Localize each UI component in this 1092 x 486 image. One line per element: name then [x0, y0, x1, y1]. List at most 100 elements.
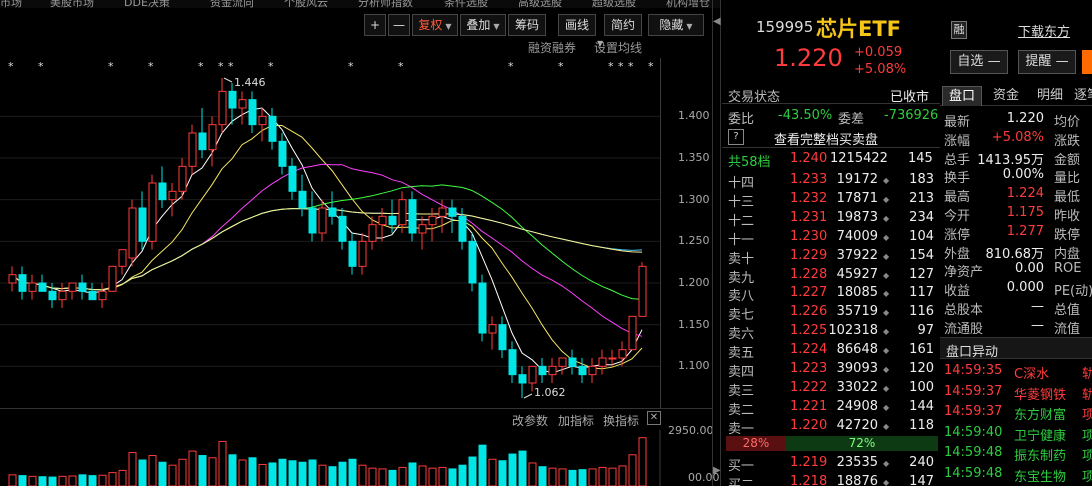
candle-body	[148, 182, 157, 242]
switch-indicator-button[interactable]: 换指标	[603, 412, 639, 429]
overlay-dropdown[interactable]: 叠加 ▼	[460, 14, 506, 36]
download-link[interactable]: 下载东方	[1018, 21, 1070, 40]
level-vol: 35719	[836, 304, 878, 320]
candle-body	[308, 207, 317, 234]
mover-row[interactable]: 14:59:48 东宝生物项	[940, 465, 1092, 485]
tab-pankou[interactable]: 盘口	[942, 86, 982, 106]
volume-bar	[98, 474, 107, 486]
ask-row[interactable]: 十一 1.230 74009 104 ◆	[722, 228, 940, 248]
mover-row[interactable]: 14:59:37 东方财富项	[940, 403, 1092, 423]
event-marker-icon: *	[198, 60, 204, 73]
stat-label: 流通股	[944, 321, 984, 337]
event-marker-icon: *	[348, 60, 354, 73]
chip-distribution-button[interactable]: 筹码	[508, 14, 546, 36]
stat-value: 0.00	[1015, 261, 1044, 277]
level-count: 147	[909, 473, 934, 486]
alert-button[interactable]: 提醒 —	[1018, 50, 1076, 74]
volume-bar	[318, 464, 327, 486]
ask-row[interactable]: 十四 1.233 19172 183 ◆	[722, 171, 940, 191]
top-menu-item[interactable]: 分析师指数	[358, 0, 413, 8]
volume-bar	[188, 450, 197, 486]
candle-body	[258, 115, 267, 126]
movers-header: 盘口异动	[940, 337, 1092, 360]
ask-row[interactable]: 卖三 1.222 33022 100 ◆	[722, 379, 940, 399]
zoom-in-button[interactable]: +	[364, 14, 386, 36]
level-label: 卖十	[728, 251, 755, 267]
tab-zijin[interactable]: 资金	[986, 86, 1026, 106]
top-menu-item[interactable]: 个股风云	[284, 0, 328, 8]
volume-chart[interactable]	[0, 430, 712, 486]
help-icon[interactable]: ?	[728, 129, 744, 145]
level-label: 卖九	[728, 270, 755, 286]
add-indicator-button[interactable]: 加指标	[558, 412, 594, 429]
tab-zhubi[interactable]: 逐笔	[1074, 86, 1092, 106]
stat-row: 总股本 — 总值	[940, 298, 1092, 318]
ask-row[interactable]: 卖八 1.227 18085 117 ◆	[722, 284, 940, 304]
ask-row[interactable]: 卖九 1.228 45927 127 ◆	[722, 266, 940, 286]
candle-body	[298, 190, 307, 209]
top-menu-item[interactable]: 高级选股	[518, 0, 562, 8]
bid-row[interactable]: 买二 1.218 18876 147 ◆	[722, 473, 940, 486]
ask-row[interactable]: 卖五 1.224 86648 161 ◆	[722, 341, 940, 361]
view-full-book-row[interactable]: ? 查看完整档买卖盘	[722, 128, 940, 148]
close-icon[interactable]: ✕	[647, 411, 661, 425]
ma-line	[11, 163, 643, 337]
ask-row[interactable]: 十三 1.232 17871 213 ◆	[722, 190, 940, 210]
stat-label: 涨跌	[1054, 133, 1081, 149]
volume-bar	[458, 464, 467, 486]
top-menu-item[interactable]: 资金流向	[210, 0, 254, 8]
orange-tab[interactable]	[1082, 50, 1092, 74]
mover-row[interactable]: 14:59:37 华菱钢铁轨	[940, 383, 1092, 403]
panel-separator	[720, 0, 721, 486]
ask-row[interactable]: 卖十 1.229 37922 154 ◆	[722, 247, 940, 267]
simple-mode-button[interactable]: 简约	[604, 14, 642, 36]
top-menu-item[interactable]: 超级选股	[592, 0, 636, 8]
mover-row[interactable]: 14:59:40 卫宁健康项	[940, 424, 1092, 444]
top-menu-item[interactable]: 市场	[0, 0, 22, 8]
change-percent: +5.08%	[854, 62, 907, 77]
stat-label: 内盘	[1054, 246, 1081, 262]
stat-label: 总股本	[944, 303, 984, 318]
collapse-arrow-icon[interactable]: ◀	[713, 16, 721, 27]
mover-row[interactable]: 14:59:48 振东制药项	[940, 444, 1092, 464]
margin-trading-link[interactable]: 融资融券	[528, 39, 576, 56]
level-change-marker-icon: ◆	[883, 289, 890, 299]
stat-value: +5.08%	[991, 129, 1044, 145]
volume-bar	[348, 458, 357, 486]
level-label: 十三	[728, 194, 755, 210]
event-marker-icon: *	[8, 60, 14, 73]
mover-row[interactable]: 14:59:35 C深水 轨	[940, 362, 1092, 382]
ask-row[interactable]: 卖四 1.223 39093 120 ◆	[722, 360, 940, 380]
add-watchlist-button[interactable]: 自选 —	[950, 50, 1008, 74]
level-price: 1.225	[790, 323, 828, 339]
mover-name: 东方财富	[1014, 408, 1067, 423]
ask-row[interactable]: 卖六 1.225 102318 97 ◆	[722, 322, 940, 342]
tab-mingxi[interactable]: 明细	[1030, 86, 1070, 106]
zoom-out-button[interactable]: —	[388, 14, 410, 36]
ask-row[interactable]: 卖一 1.220 42720 118 ◆	[722, 417, 940, 437]
volume-bar	[258, 463, 267, 486]
stat-label: 最高	[944, 190, 971, 206]
ask-row[interactable]: 卖二 1.221 24908 144 ◆	[722, 398, 940, 418]
stock-name: 芯片ETF	[816, 17, 902, 41]
top-menu-item[interactable]: 美股市场	[50, 0, 94, 8]
top-menu-item[interactable]: 机构增仓	[666, 0, 710, 8]
ask-row[interactable]: 十二 1.231 19873 234 ◆	[722, 209, 940, 229]
event-marker-icon: *	[148, 60, 154, 73]
event-marker-icon: *	[648, 60, 654, 73]
stat-row: 净资产 0.00 ROE	[940, 260, 1092, 280]
view-full-book-link[interactable]: 查看完整档买卖盘	[774, 129, 878, 148]
top-menu-item[interactable]: 条件选股	[444, 0, 488, 8]
top-menu-item[interactable]: DDE决策	[124, 0, 170, 8]
candle-body	[108, 265, 117, 292]
fuquan-dropdown[interactable]: 复权 ▼	[412, 14, 458, 36]
change-params-button[interactable]: 改参数	[512, 412, 548, 429]
movers-title: 盘口异动	[946, 345, 999, 360]
draw-line-button[interactable]: 画线	[558, 14, 596, 36]
ask-row[interactable]: 卖七 1.226 35719 116 ◆	[722, 303, 940, 323]
volume-bar	[368, 467, 377, 486]
bid-row[interactable]: 买一 1.219 23535 240 ◆	[722, 454, 940, 474]
expand-arrow-icon[interactable]: ▶	[713, 465, 721, 476]
hide-button[interactable]: 隐藏 ▼	[648, 14, 704, 36]
kline-chart[interactable]: 1.446 1.062 * * * * * * * * * * * * * * * *	[0, 58, 712, 408]
